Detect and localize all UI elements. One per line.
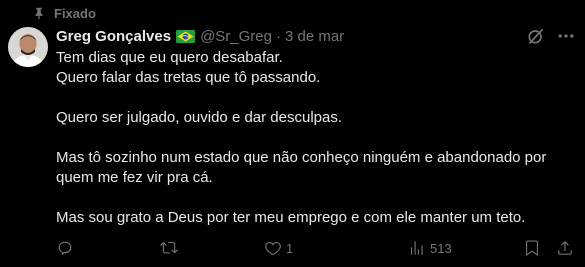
- heart-icon: [265, 242, 281, 256]
- author-handle[interactable]: @Sr_Greg: [200, 28, 272, 45]
- tweet-line: quem me fez vir pra cá.: [56, 169, 213, 186]
- avatar[interactable]: [8, 27, 48, 67]
- brazil-flag-icon: [176, 29, 196, 43]
- like-count: 1: [286, 240, 294, 256]
- tweet-text: Tem dias que eu quero desabafar. Quero f…: [56, 48, 576, 228]
- tweet-line: Tem dias que eu quero desabafar.: [56, 49, 283, 66]
- reply-button[interactable]: [56, 238, 78, 258]
- tweet[interactable]: Fixado Greg Gonçalves @Sr_Greg · 3 de ma…: [0, 0, 585, 267]
- pinned-indicator: Fixado: [32, 4, 96, 22]
- more-options-icon[interactable]: [556, 26, 576, 46]
- views-button[interactable]: 513: [408, 238, 452, 258]
- tweet-line: Mas tô sozinho num estado que não conheç…: [56, 149, 547, 166]
- repost-icon: [160, 241, 178, 254]
- bookmark-icon: [526, 240, 538, 257]
- reply-icon: [58, 241, 72, 256]
- tweet-header: Greg Gonçalves @Sr_Greg · 3 de mar: [56, 26, 344, 46]
- tweet-date[interactable]: 3 de mar: [285, 28, 344, 45]
- tweet-line: Quero falar das tretas que tô passando.: [56, 69, 321, 86]
- views-count: 513: [430, 240, 452, 256]
- grok-icon[interactable]: [526, 26, 546, 46]
- bookmark-button[interactable]: [523, 238, 541, 258]
- tweet-line: Quero ser julgado, ouvido e dar desculpa…: [56, 109, 343, 126]
- pinned-label: Fixado: [54, 5, 96, 21]
- like-button[interactable]: 1: [264, 238, 293, 258]
- separator-dot: ·: [275, 27, 281, 45]
- tweet-line: Mas sou grato a Deus por ter meu emprego…: [56, 209, 526, 226]
- repost-button[interactable]: [160, 238, 182, 258]
- action-bar: 1 513: [56, 238, 576, 258]
- share-icon: [558, 240, 572, 255]
- author-name[interactable]: Greg Gonçalves: [56, 28, 171, 45]
- share-button[interactable]: [556, 238, 574, 258]
- pin-icon: [35, 7, 43, 20]
- views-icon: [411, 241, 423, 255]
